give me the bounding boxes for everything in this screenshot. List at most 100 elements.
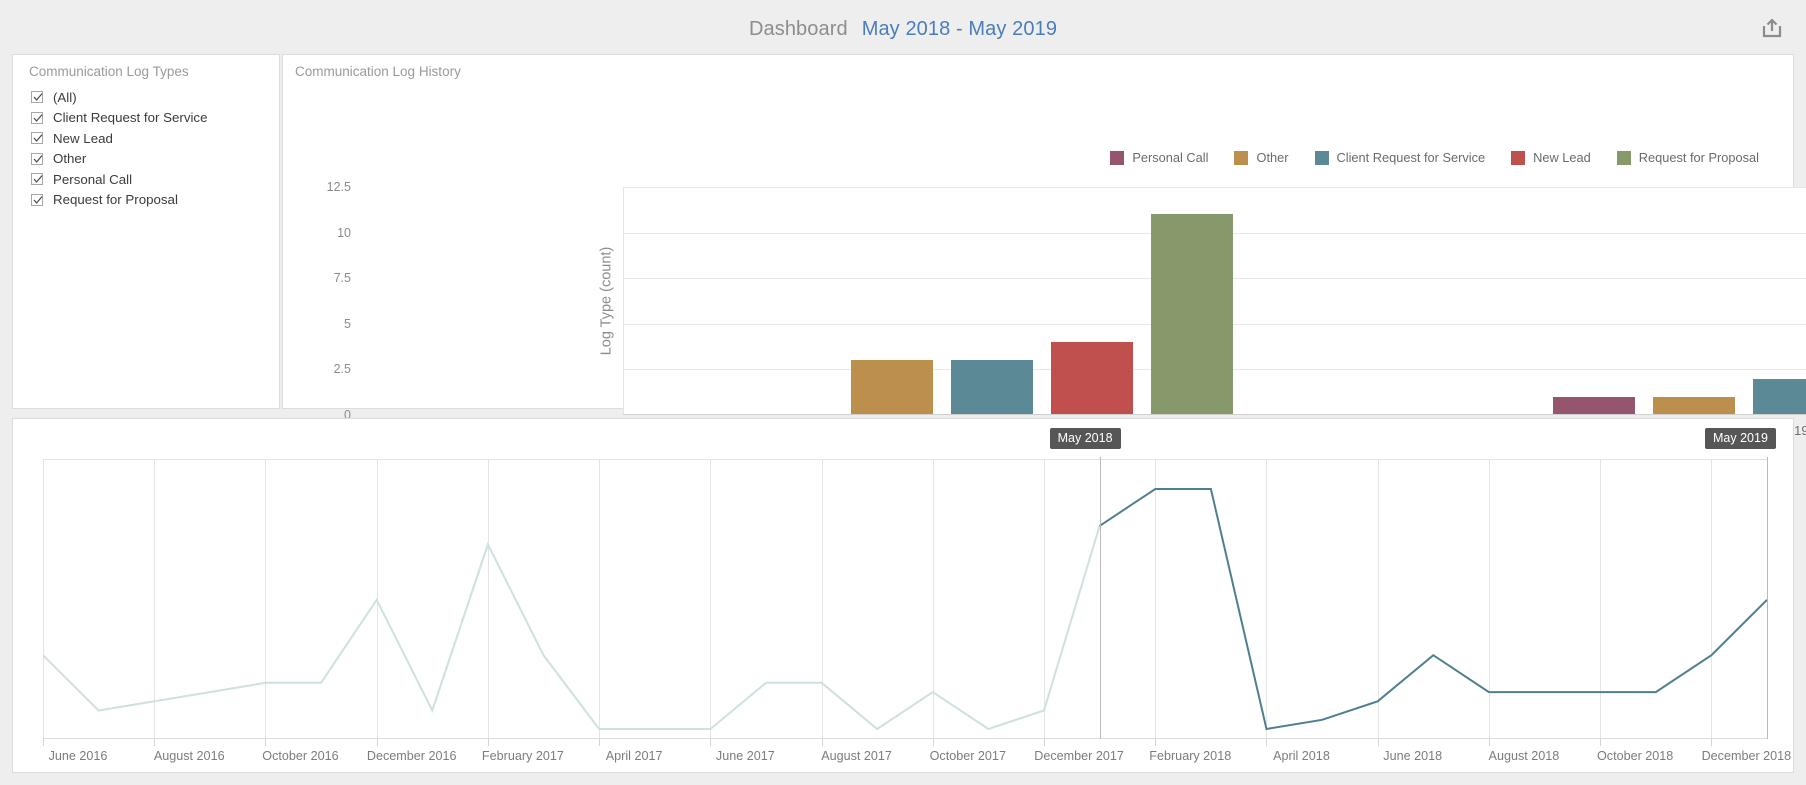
timeline-tick-label: February 2017 [481,749,564,763]
filter-checkbox-row[interactable]: (All) [31,87,271,108]
dashboard-root: Dashboard May 2018 - May 2019 Communicat… [0,0,1806,785]
bar[interactable] [1553,396,1635,415]
timeline-tick-mark [1600,739,1602,746]
y-axis-label-text: Log Type (count) [598,246,614,356]
x-axis-baseline [623,414,1806,415]
timeline-tick-mark [265,739,267,746]
legend-label: New Lead [1533,150,1591,165]
filter-checkbox-label: Other [53,151,87,167]
y-axis-tick-label: 10 [337,225,351,240]
timeline-tick-mark [1266,739,1268,746]
timeline-tick-label: August 2017 [821,749,892,763]
timeline-tick-mark [1711,739,1713,746]
timeline-tick-mark [43,739,44,746]
legend-label: Other [1256,150,1289,165]
timeline-tick-mark [154,739,156,746]
timeline-tick-label: December 2017 [1034,749,1124,763]
bar[interactable] [951,360,1033,415]
timeline-tick-label: February 2018 [1149,749,1232,763]
filter-checkbox-row[interactable]: Personal Call [31,169,271,190]
gridline [623,187,1806,188]
bar[interactable] [1753,378,1806,415]
legend-swatch-icon [1234,150,1249,165]
filter-checkbox-list: (All) Client Request for Service New Lead O… [31,87,271,210]
y-axis-tick-label: 5 [344,316,351,331]
timeline-tick-mark [599,739,601,746]
filter-checkbox-label: New Lead [53,130,113,146]
bar-chart-plot-area [623,187,1806,415]
filter-checkbox-row[interactable]: Other [31,149,271,170]
legend-item[interactable]: New Lead [1511,150,1591,165]
timeline-tick-label: December 2016 [366,749,457,763]
timeline-tick-label: June 2017 [715,749,775,763]
timeline-tick-label: October 2016 [262,749,339,763]
timeline-tick-mark [821,739,823,746]
checkbox-checked-icon[interactable] [31,193,43,206]
timeline-tick-label: April 2017 [605,749,663,763]
page-title: Dashboard [748,17,848,40]
timeline-tick-label: August 2018 [1488,749,1560,763]
date-range-label[interactable]: May 2018 - May 2019 [862,18,1057,41]
filter-checkbox-label: Client Request for Service [53,110,208,126]
communication-log-types-panel: Communication Log Types (All) Client Requ… [12,54,280,409]
timeline-line-series [43,488,1767,731]
legend-item[interactable]: Request for Proposal [1616,150,1759,165]
checkbox-checked-icon[interactable] [31,152,43,165]
legend-item[interactable]: Personal Call [1110,150,1208,165]
timeline-tick-mark [1488,739,1490,746]
filter-panel-title: Communication Log Types [29,64,189,79]
bar[interactable] [1051,342,1133,415]
timeline-tick-mark [376,739,378,746]
chart-legend: Personal Call Other Client Request for Ser… [1110,150,1759,165]
timeline-tick-label: August 2016 [153,749,225,763]
y-axis-tick-label: 12.5 [326,180,351,194]
legend-label: Request for Proposal [1638,150,1759,165]
timeline-tick-label: December 2018 [1701,749,1792,763]
legend-swatch-icon [1511,150,1526,165]
filter-checkbox-label: Request for Proposal [53,192,178,208]
bar[interactable] [1653,396,1735,415]
timeline-range-panel[interactable]: June 2016 August 2016 October 2016 December… [12,418,1794,773]
legend-item[interactable]: Client Request for Service [1314,150,1486,165]
share-export-icon [1762,18,1782,38]
y-axis-tick-label: 2.5 [333,362,351,377]
y-axis-tick-label: 7.5 [333,271,351,286]
filter-checkbox-row[interactable]: Request for Proposal [31,190,271,211]
legend-swatch-icon [1616,150,1631,165]
bar[interactable] [851,360,933,415]
legend-label: Personal Call [1132,150,1209,165]
timeline-tick-mark [710,739,712,746]
range-start-tooltip[interactable]: May 2018 [1049,428,1121,449]
range-start-handle-line[interactable] [1099,457,1101,739]
checkbox-checked-icon[interactable] [31,111,43,124]
legend-item[interactable]: Other [1234,150,1289,165]
filter-checkbox-label: Personal Call [53,171,133,187]
app-header: Dashboard May 2018 - May 2019 [0,0,1806,58]
timeline-tick-label: October 2017 [929,749,1006,763]
timeline-line-unselected [43,525,1101,731]
timeline-tick-label: June 2018 [1383,749,1443,763]
checkbox-checked-icon[interactable] [31,132,43,145]
y-axis-label: Log Type (count) [595,187,617,415]
timeline-line-selected [1099,488,1767,731]
timeline-tick-mark [932,739,934,746]
filter-checkbox-row[interactable]: New Lead [31,128,271,149]
legend-swatch-icon [1314,150,1329,165]
range-end-tooltip[interactable]: May 2019 [1705,428,1776,449]
checkbox-checked-icon[interactable] [31,173,43,186]
legend-label: Client Request for Service [1336,150,1486,165]
legend-swatch-icon [1110,150,1125,165]
range-end-handle-line[interactable] [1767,457,1768,739]
timeline-tick-mark [1044,739,1046,746]
checkbox-checked-icon[interactable] [31,91,43,104]
communication-log-history-panel: Communication Log History Personal Call O… [282,54,1806,438]
bar[interactable] [1151,214,1233,415]
share-export-button[interactable] [1752,8,1792,48]
timeline-tick-mark [1377,739,1379,746]
filter-checkbox-row[interactable]: Client Request for Service [31,108,271,129]
timeline-tick-label: April 2018 [1273,749,1330,763]
header-title-group: Dashboard May 2018 - May 2019 [0,0,1806,58]
filter-checkbox-label: (All) [53,89,77,105]
timeline-baseline [43,738,1767,739]
timeline-plot-area[interactable] [43,459,1767,739]
